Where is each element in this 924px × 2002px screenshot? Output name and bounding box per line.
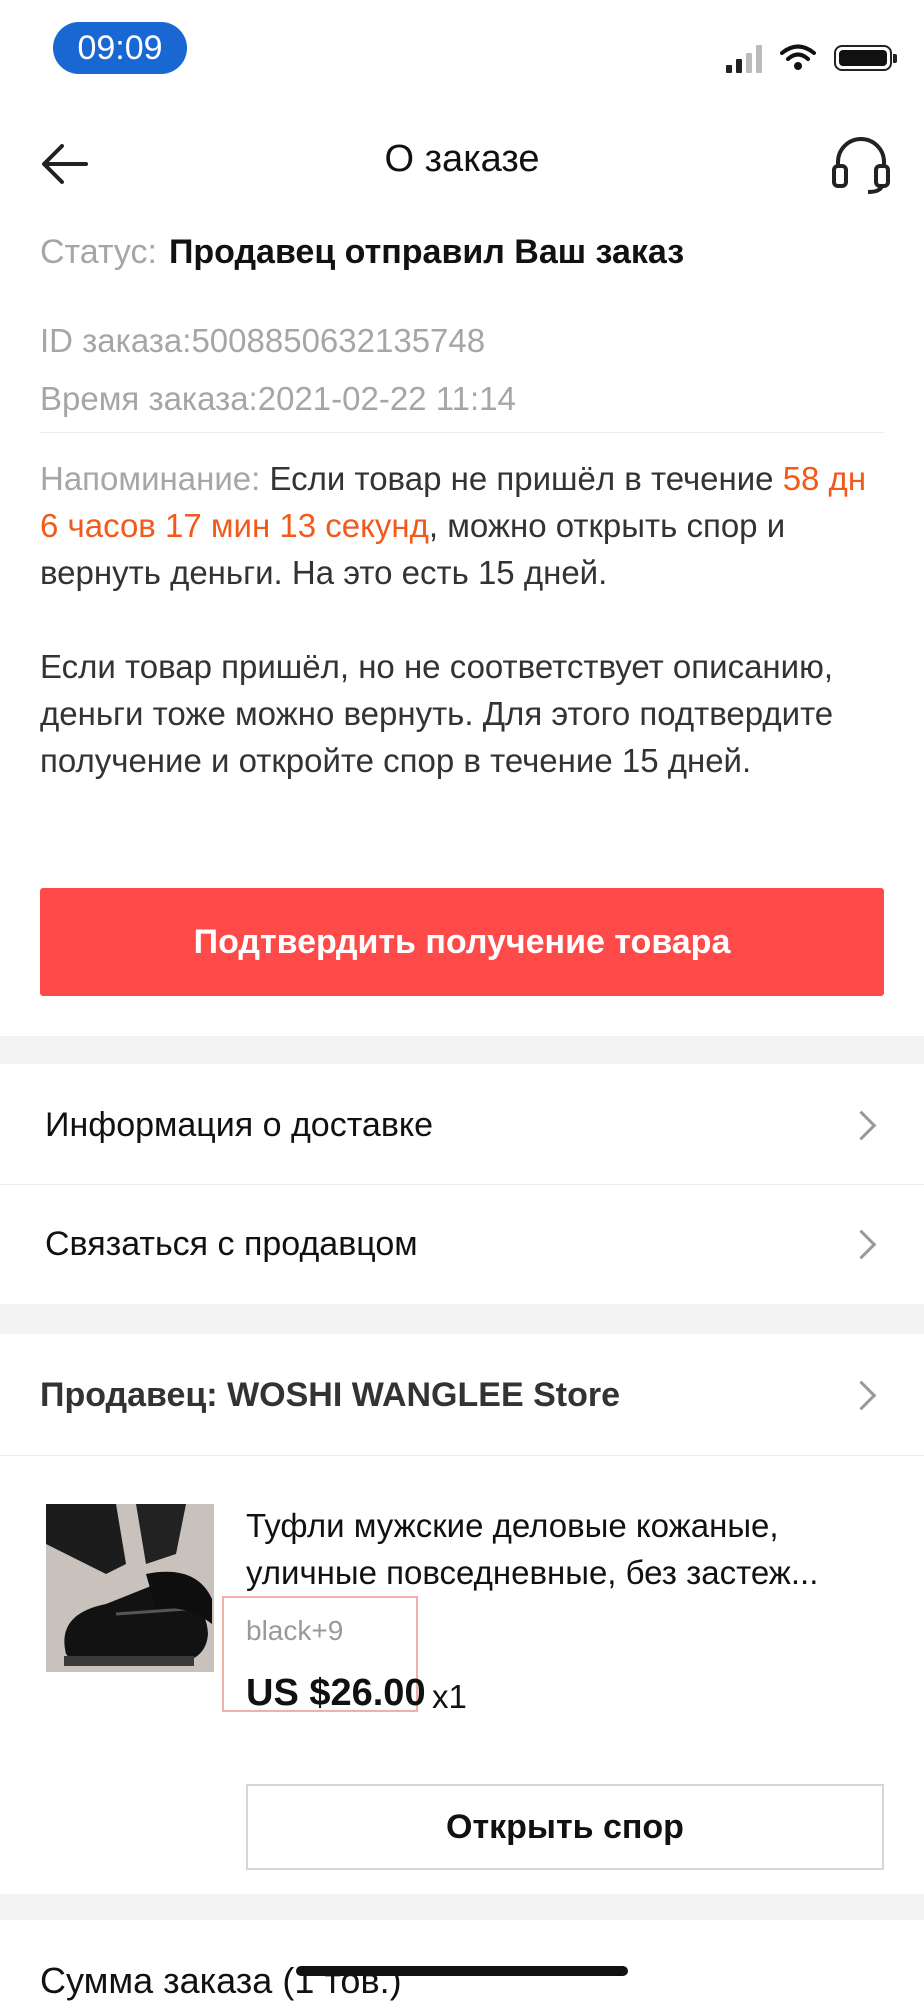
product-title[interactable]: Туфли мужские деловые кожаные, уличные п…	[246, 1502, 886, 1596]
section-gap	[0, 1304, 924, 1334]
status-time: 09:09	[53, 22, 187, 74]
open-dispute-button[interactable]: Открыть спор	[246, 1784, 884, 1870]
order-time-value: 2021-02-22 11:14	[257, 380, 516, 417]
order-id-value: 5008850632135748	[191, 322, 486, 359]
product-title-line-1: Туфли мужские деловые кожаные,	[246, 1507, 779, 1544]
chevron-right-icon	[846, 1229, 877, 1260]
order-id-label: ID заказа:	[40, 322, 192, 359]
seller-name: Продавец: WOSHI WANGLEE Store	[40, 1376, 620, 1415]
divider	[0, 1455, 924, 1456]
support-button[interactable]	[830, 134, 892, 196]
header: О заказе	[0, 120, 924, 200]
page-title: О заказе	[384, 138, 540, 180]
wifi-icon	[780, 44, 816, 70]
product-image[interactable]	[46, 1504, 214, 1672]
reminder-text: Напоминание: Если товар не пришёл в тече…	[40, 455, 890, 784]
product-title-line-2: уличные повседневные, без застеж...	[246, 1554, 819, 1591]
product-price: US $26.00	[246, 1672, 426, 1714]
section-gap	[0, 1894, 924, 1920]
headset-icon	[832, 137, 890, 194]
divider	[40, 432, 884, 433]
signal-icon	[726, 43, 762, 73]
delivery-info-row[interactable]: Информация о доставке	[0, 1064, 924, 1184]
reminder-label: Напоминание:	[40, 460, 261, 497]
confirm-receipt-button[interactable]: Подтвердить получение товара	[40, 888, 884, 996]
order-status: Статус: Продавец отправил Ваш заказ	[40, 233, 684, 272]
battery-icon	[834, 45, 897, 71]
status-label: Статус:	[40, 233, 157, 271]
delivery-info-label: Информация о доставке	[45, 1106, 434, 1144]
reminder-paragraph-2: Если товар пришёл, но не соответствует о…	[40, 648, 834, 779]
product-sku: black+9	[246, 1615, 344, 1646]
home-indicator[interactable]	[296, 1966, 628, 1976]
chevron-right-icon	[846, 1380, 877, 1411]
contact-seller-label: Связаться с продавцом	[45, 1225, 418, 1263]
contact-seller-row[interactable]: Связаться с продавцом	[0, 1185, 924, 1304]
status-value: Продавец отправил Ваш заказ	[168, 233, 685, 271]
reminder-text-before: Если товар не пришёл в течение	[260, 460, 783, 497]
seller-label: Продавец:	[40, 1376, 218, 1414]
seller-store-name: WOSHI WANGLEE Store	[227, 1376, 620, 1414]
status-icons	[726, 40, 897, 76]
order-id: ID заказа:5008850632135748	[40, 322, 485, 360]
order-time-label: Время заказа:	[40, 380, 258, 417]
section-gap	[0, 1036, 924, 1064]
product-quantity: x1	[432, 1678, 467, 1715]
seller-row[interactable]: Продавец: WOSHI WANGLEE Store	[0, 1334, 924, 1454]
chevron-right-icon	[846, 1110, 877, 1141]
order-time: Время заказа:2021-02-22 11:14	[40, 380, 516, 418]
